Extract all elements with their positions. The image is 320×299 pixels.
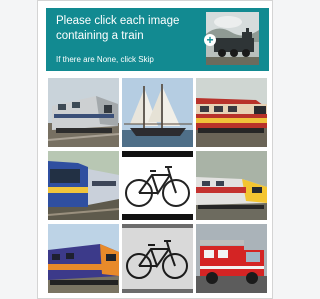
image-tile-1[interactable] [48, 78, 119, 147]
image-tile-7[interactable] [48, 224, 119, 293]
image-tile-9[interactable] [196, 224, 267, 293]
challenge-header: Please click each image containing a tra… [46, 8, 269, 71]
image-tile-6[interactable] [196, 151, 267, 220]
image-tile-2[interactable] [122, 78, 193, 147]
plus-icon: + [204, 34, 216, 46]
image-tile-8[interactable] [122, 224, 193, 293]
image-tile-5[interactable] [122, 151, 193, 220]
image-tile-4[interactable] [48, 151, 119, 220]
challenge-prompt: Please click each image containing a tra… [56, 15, 180, 42]
image-tile-3[interactable] [196, 78, 267, 147]
skip-instruction: If there are None, click Skip [56, 55, 154, 64]
